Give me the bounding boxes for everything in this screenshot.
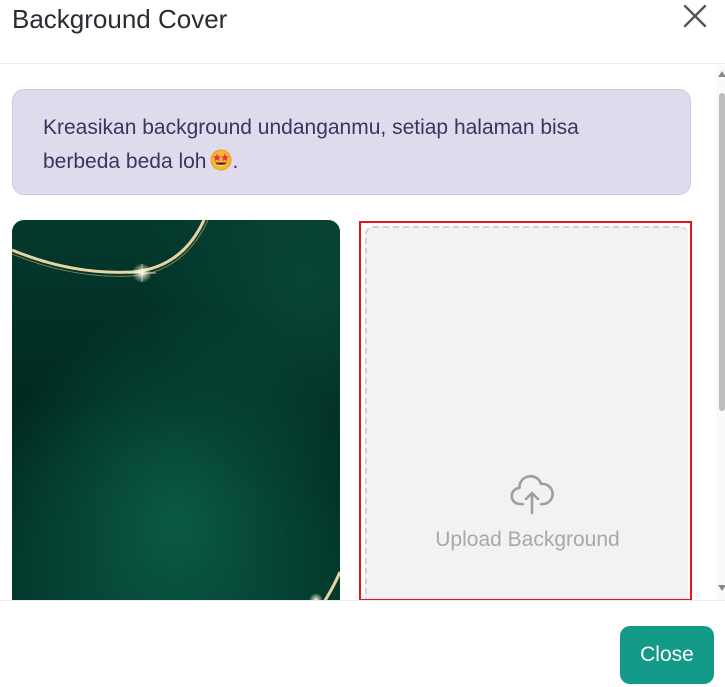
scrollbar-thumb[interactable] — [719, 93, 725, 411]
cloud-upload-icon — [510, 473, 554, 517]
info-banner-trailing: . — [232, 150, 239, 173]
scroll-down-icon[interactable] — [718, 585, 725, 591]
vertical-scrollbar[interactable] — [716, 65, 725, 600]
star-struck-emoji-icon — [210, 148, 232, 171]
background-cover-dialog: Background Cover Kreasikan background un… — [0, 0, 725, 687]
dark-green-gold-line-background — [12, 220, 340, 600]
background-thumbnail[interactable] — [12, 220, 340, 600]
dialog-header: Background Cover — [0, 0, 725, 64]
dialog-title: Background Cover — [12, 4, 228, 34]
upload-dropzone[interactable]: Upload Background — [365, 226, 688, 599]
close-icon[interactable] — [681, 2, 709, 30]
scroll-up-icon[interactable] — [718, 71, 725, 77]
info-banner-text: Kreasikan background undanganmu, setiap … — [43, 116, 579, 173]
dialog-footer: Close — [0, 600, 725, 687]
info-banner: Kreasikan background undanganmu, setiap … — [12, 89, 691, 195]
upload-background-label: Upload Background — [435, 528, 620, 551]
upload-background-tile[interactable]: Upload Background — [359, 221, 692, 600]
close-button[interactable]: Close — [620, 626, 714, 684]
dialog-body: Kreasikan background undanganmu, setiap … — [0, 65, 725, 600]
